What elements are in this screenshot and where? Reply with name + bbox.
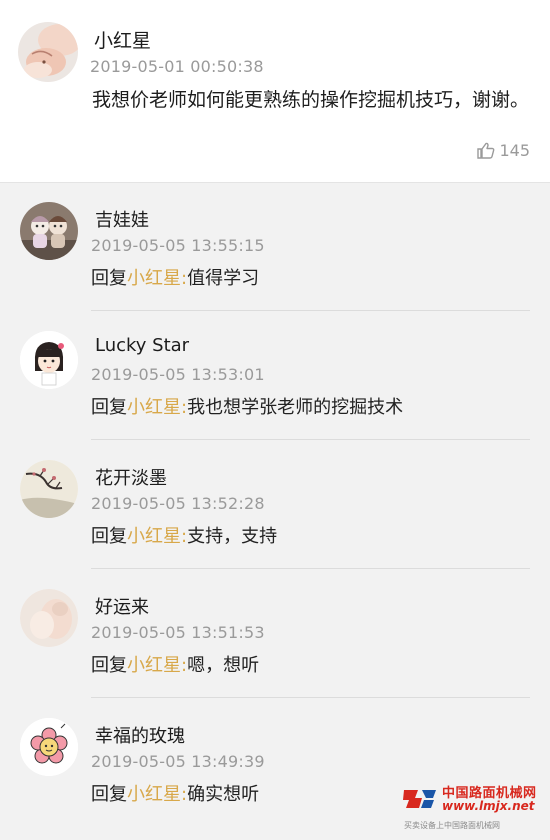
main-comment: 小红星 2019-05-01 00:50:38 我想价老师如何能更熟练的操作挖掘… [0, 0, 550, 182]
reply-item: Lucky Star 2019-05-05 13:53:01 回复小红星:我也想… [0, 311, 550, 440]
reply-item: 花开淡墨 2019-05-05 13:52:28 回复小红星:支持，支持 [0, 440, 550, 569]
like-button[interactable]: 145 [477, 141, 530, 160]
username[interactable]: 好运来 [95, 593, 149, 619]
reply-item: 好运来 2019-05-05 13:51:53 回复小红星:嗯，想听 [0, 569, 550, 698]
reply-text: 回复小红星:我也想学张老师的挖掘技术 [91, 393, 403, 419]
avatar[interactable] [20, 718, 78, 776]
ink-painting-avatar-icon [20, 460, 78, 518]
username[interactable]: 花开淡墨 [95, 464, 167, 490]
watermark-url: www.lmjx.net [442, 799, 535, 813]
avatar[interactable] [20, 589, 78, 647]
reply-content: 嗯，想听 [187, 655, 260, 676]
reply-prefix: 回复 [91, 268, 127, 289]
reply-content: 我也想学张老师的挖掘技术 [187, 397, 404, 418]
baby-photo-avatar-icon [18, 22, 78, 82]
avatar[interactable] [20, 460, 78, 518]
site-watermark: 中国路面机械网 www.lmjx.net 买卖设备上中国路面机械网 [402, 782, 548, 838]
reply-content: 支持，支持 [187, 526, 278, 547]
timestamp: 2019-05-05 13:55:15 [91, 236, 265, 255]
reply-target-user[interactable]: 小红星 [127, 526, 181, 547]
timestamp: 2019-05-01 00:50:38 [90, 57, 264, 76]
username[interactable]: 小红星 [94, 26, 151, 53]
flower-avatar-icon [20, 718, 78, 776]
reply-content: 值得学习 [187, 268, 260, 289]
reply-target-user[interactable]: 小红星 [127, 268, 181, 289]
reply-text: 回复小红星:支持，支持 [91, 522, 277, 548]
avatar[interactable] [18, 22, 78, 82]
username[interactable]: 幸福的玫瑰 [95, 722, 185, 748]
reply-target-user[interactable]: 小红星 [127, 655, 181, 676]
timestamp: 2019-05-05 13:49:39 [91, 752, 265, 771]
timestamp: 2019-05-05 13:52:28 [91, 494, 265, 513]
reply-text: 回复小红星:值得学习 [91, 264, 259, 290]
cartoon-girl-avatar-icon [20, 331, 78, 389]
reply-text: 回复小红星:嗯，想听 [91, 651, 259, 677]
reply-item: 吉娃娃 2019-05-05 13:55:15 回复小红星:值得学习 [0, 182, 550, 311]
timestamp: 2019-05-05 13:53:01 [91, 365, 265, 384]
site-logo-icon [403, 790, 436, 808]
like-count: 145 [499, 141, 530, 160]
username[interactable]: 吉娃娃 [95, 206, 149, 232]
reply-target-user[interactable]: 小红星 [127, 397, 181, 418]
doll-couple-avatar-icon [20, 202, 78, 260]
reply-text: 回复小红星:确实想听 [91, 780, 259, 806]
reply-content: 确实想听 [187, 784, 260, 805]
reply-prefix: 回复 [91, 397, 127, 418]
reply-prefix: 回复 [91, 655, 127, 676]
avatar[interactable] [20, 331, 78, 389]
comment-text: 我想价老师如何能更熟练的操作挖掘机技巧，谢谢。 [92, 89, 530, 111]
watermark-subtitle: 买卖设备上中国路面机械网 [404, 821, 500, 830]
username[interactable]: Lucky Star [95, 335, 189, 356]
blurred-photo-avatar-icon [20, 589, 78, 647]
timestamp: 2019-05-05 13:51:53 [91, 623, 265, 642]
reply-prefix: 回复 [91, 784, 127, 805]
avatar[interactable] [20, 202, 78, 260]
reply-target-user[interactable]: 小红星 [127, 784, 181, 805]
reply-prefix: 回复 [91, 526, 127, 547]
thumbs-up-icon [477, 142, 495, 159]
